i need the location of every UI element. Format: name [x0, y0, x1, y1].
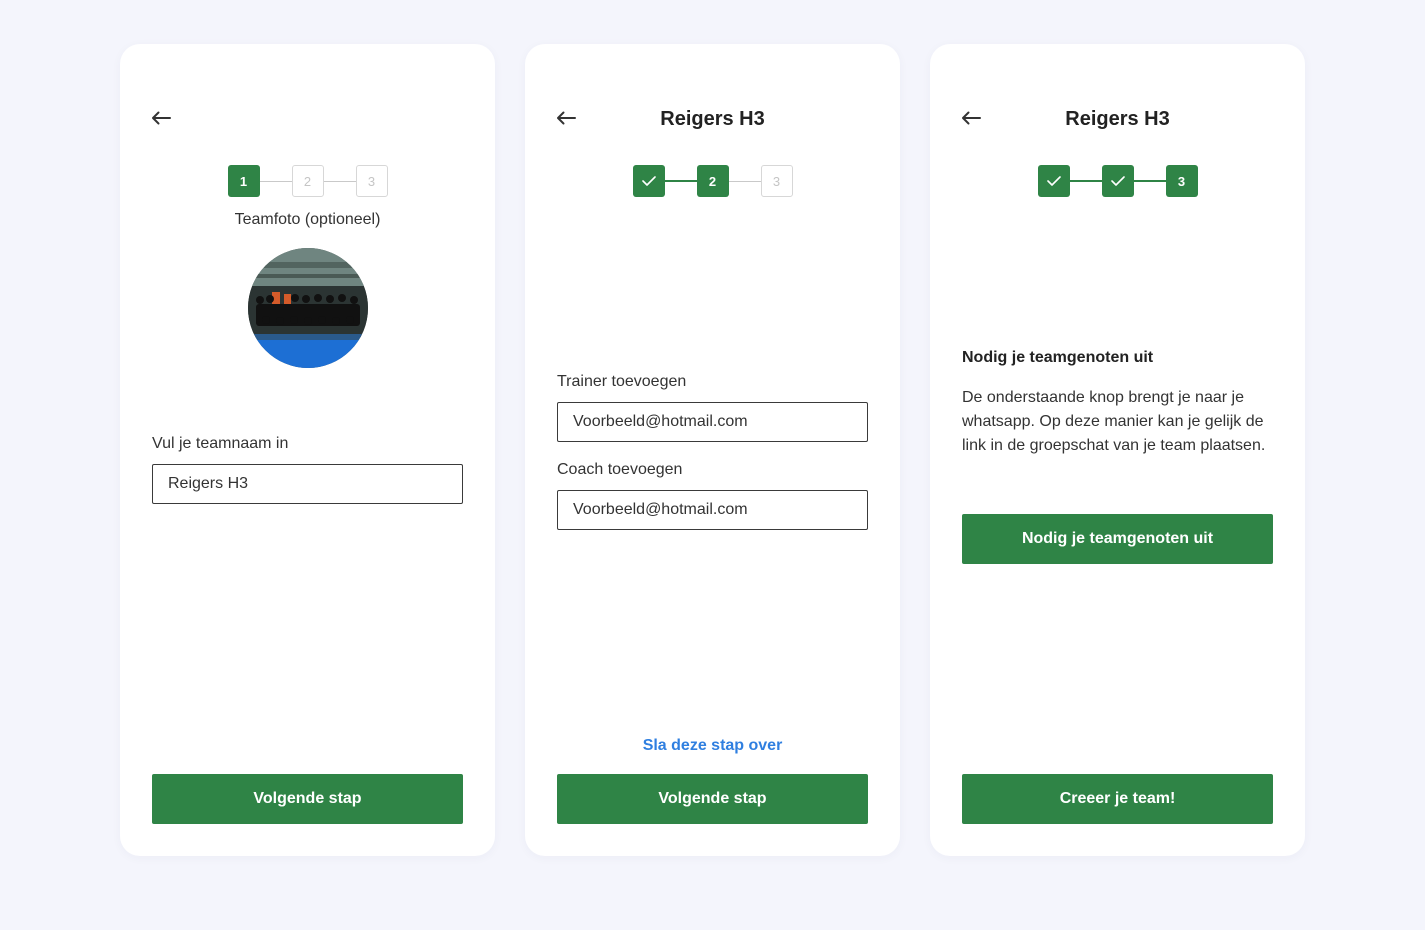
step-1-done: [1037, 165, 1070, 197]
next-step-button[interactable]: Volgende stap: [152, 774, 463, 824]
step-3-pending: 3: [355, 165, 388, 197]
step-connector: [323, 180, 356, 182]
step-3-active: 3: [1165, 165, 1198, 197]
team-title: Reigers H3: [660, 108, 765, 130]
stepper: 3: [930, 165, 1305, 197]
step-2-done: [1101, 165, 1134, 197]
coach-label: Coach toevoegen: [557, 461, 683, 478]
check-icon: [641, 176, 656, 186]
stepper: 2 3: [525, 165, 900, 197]
back-button[interactable]: [150, 106, 172, 130]
team-name-label: Vul je teamnaam in: [152, 435, 289, 452]
invite-description: De onderstaande knop brengt je naar je w…: [962, 389, 1266, 454]
team-name-input[interactable]: Reigers H3: [152, 464, 463, 504]
invite-teammates-button[interactable]: Nodig je teamgenoten uit: [962, 514, 1273, 564]
step-3-pending: 3: [760, 165, 793, 197]
team-title: Reigers H3: [1065, 108, 1170, 130]
invite-heading: Nodig je teamgenoten uit: [962, 349, 1154, 366]
screen-invite-teammates: Reigers H3 3 Nodig je teamgenoten uit De…: [930, 44, 1305, 856]
photo-label: Teamfoto (optioneel): [234, 211, 381, 228]
stepper: 1 2 3: [120, 165, 495, 197]
coach-email-input[interactable]: Voorbeeld@hotmail.com: [557, 490, 868, 530]
check-icon: [1046, 176, 1061, 186]
skip-step-link[interactable]: Sla deze stap over: [525, 735, 900, 757]
step-2-pending: 2: [291, 165, 324, 197]
trainer-email-input[interactable]: Voorbeeld@hotmail.com: [557, 402, 868, 442]
step-2-active: 2: [696, 165, 729, 197]
team-photo-upload[interactable]: [248, 248, 368, 368]
step-connector: [259, 180, 292, 182]
step-connector: [1133, 180, 1166, 182]
step-1-done: [632, 165, 665, 197]
check-icon: [1110, 176, 1125, 186]
screen-team-name: 1 2 3 Teamfoto (optioneel) Vul je teamna…: [120, 44, 495, 856]
step-1-active: 1: [227, 165, 260, 197]
step-connector: [664, 180, 697, 182]
trainer-label: Trainer toevoegen: [557, 373, 687, 390]
step-connector: [1069, 180, 1102, 182]
screen-add-staff: Reigers H3 2 3 Trainer toevoegen Voorbee…: [525, 44, 900, 856]
step-connector: [728, 180, 761, 182]
create-team-button[interactable]: Creeer je team!: [962, 774, 1273, 824]
next-step-button[interactable]: Volgende stap: [557, 774, 868, 824]
arrow-left-icon: [152, 111, 171, 125]
team-photo: [248, 248, 368, 368]
